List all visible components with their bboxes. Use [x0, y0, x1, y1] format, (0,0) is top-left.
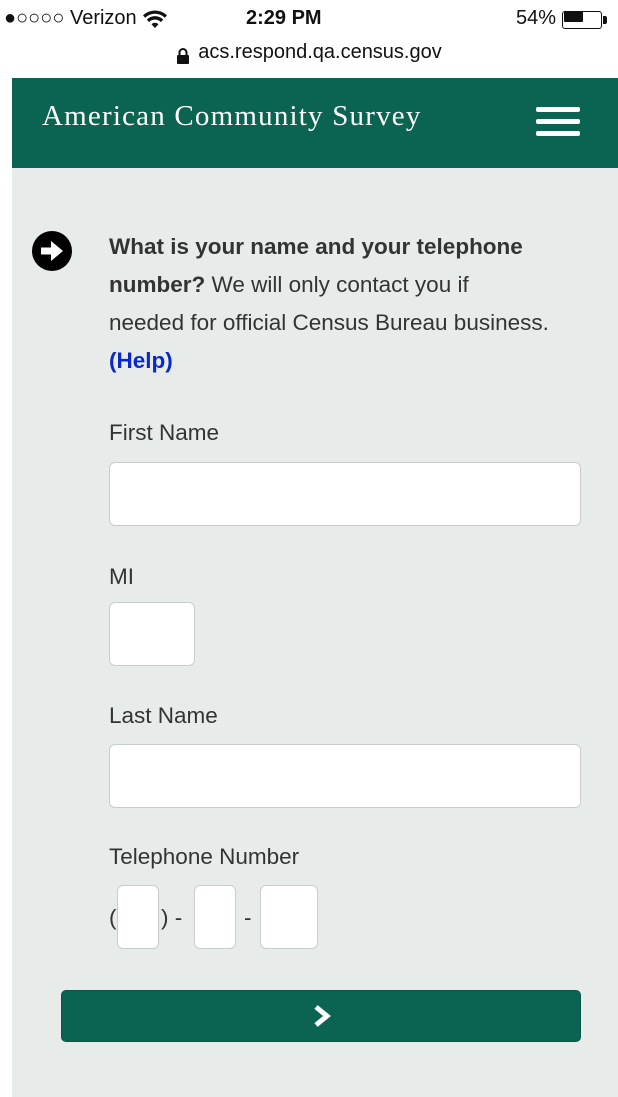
wifi-icon	[142, 9, 167, 30]
close-paren-dash: ) -	[161, 905, 183, 930]
app-title: American Community Survey	[42, 100, 422, 132]
app-header: American Community Survey	[12, 78, 618, 168]
last-name-input[interactable]	[109, 744, 581, 808]
area-code-input[interactable]	[117, 885, 159, 949]
first-name-label: First Name	[109, 420, 220, 445]
lock-icon	[176, 47, 190, 64]
battery-percent: 54%	[515, 7, 556, 29]
carrier-label: ●○○○○ Verizon	[4, 7, 137, 29]
middle-initial-input[interactable]	[109, 602, 195, 666]
address-bar[interactable]: acs.respond.qa.census.gov	[0, 34, 618, 78]
line-number-input[interactable]	[260, 885, 318, 949]
open-paren: (	[109, 905, 117, 930]
dash: -	[244, 905, 252, 930]
last-name-label: Last Name	[109, 703, 218, 728]
telephone-label: Telephone Number	[109, 844, 300, 869]
question-text: What is your name and your telephone num…	[109, 228, 549, 380]
chevron-right-icon	[314, 1005, 331, 1027]
battery-icon	[562, 9, 608, 29]
status-time: 2:29 PM	[246, 7, 322, 29]
arrow-right-circle-icon	[32, 231, 72, 271]
battery-indicator: 54%	[516, 7, 608, 30]
survey-form: What is your name and your telephone num…	[12, 168, 618, 1097]
help-link[interactable]: (Help)	[109, 348, 173, 373]
prefix-input[interactable]	[194, 885, 236, 949]
url-text: acs.respond.qa.census.gov	[198, 40, 442, 63]
status-bar: ●○○○○ Verizon 2:29 PM 54%	[0, 0, 618, 34]
carrier-indicator: ●○○○○ Verizon	[4, 7, 167, 30]
first-name-input[interactable]	[109, 462, 581, 526]
hamburger-menu-icon[interactable]	[536, 106, 582, 138]
next-button[interactable]	[61, 990, 581, 1042]
telephone-fields: ( ) - -	[109, 885, 409, 951]
middle-initial-label: MI	[109, 564, 134, 589]
